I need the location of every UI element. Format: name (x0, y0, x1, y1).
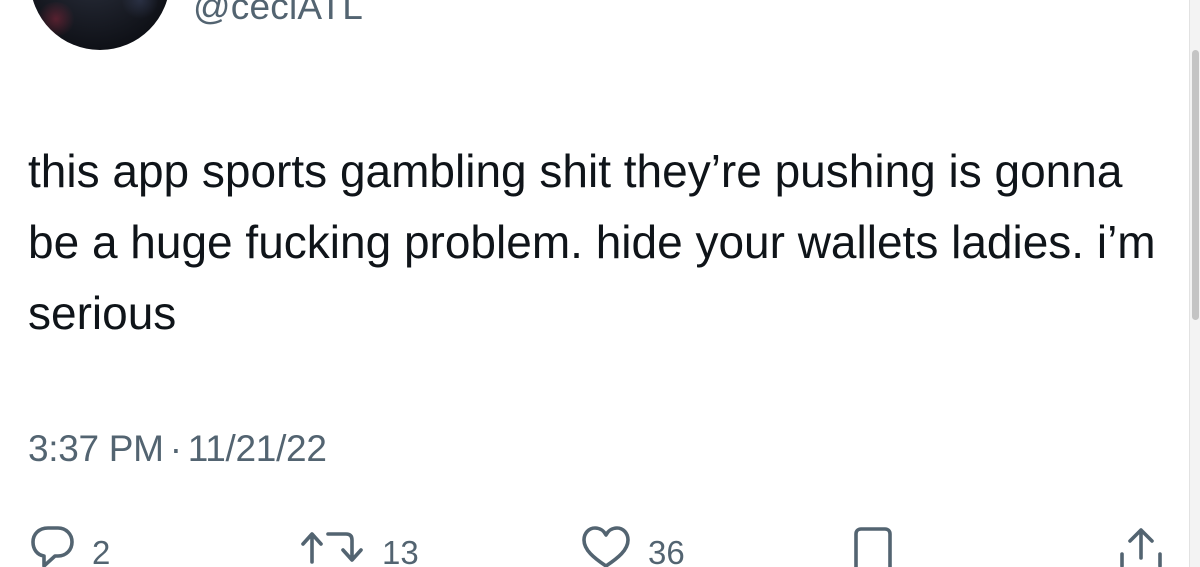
avatar-shade (122, 0, 158, 20)
bookmark-button[interactable] (848, 522, 898, 567)
reply-count: 2 (92, 534, 111, 567)
reply-button[interactable]: 2 (28, 522, 110, 567)
scrollbar[interactable] (1189, 0, 1200, 567)
retweet-icon (301, 532, 363, 564)
like-button[interactable]: 36 (578, 522, 685, 567)
tweet-time: 3:37 PM (28, 428, 164, 469)
tweet-text: this app sports gambling shit they’re pu… (28, 145, 1156, 339)
retweet-count: 13 (382, 534, 419, 567)
heart-icon (582, 526, 630, 567)
avatar-highlight (36, 2, 76, 36)
timestamp-separator: · (169, 428, 182, 469)
scrollbar-thumb[interactable] (1192, 50, 1199, 320)
bookmark-icon (854, 527, 892, 567)
tweet-date: 11/21/22 (187, 428, 327, 469)
tweet: @ceciATL this app sports gambling shit t… (0, 0, 1200, 567)
action-bar: 2 13 36 (0, 522, 1200, 567)
retweet-button[interactable]: 13 (298, 522, 419, 567)
reply-icon (31, 526, 74, 567)
avatar[interactable] (30, 0, 170, 50)
author-handle[interactable]: @ceciATL (193, 0, 363, 28)
like-count: 36 (648, 534, 685, 567)
share-icon (1120, 528, 1162, 567)
tweet-timestamp[interactable]: 3:37 PM · 11/21/22 (28, 428, 327, 470)
share-button[interactable] (1116, 522, 1166, 567)
